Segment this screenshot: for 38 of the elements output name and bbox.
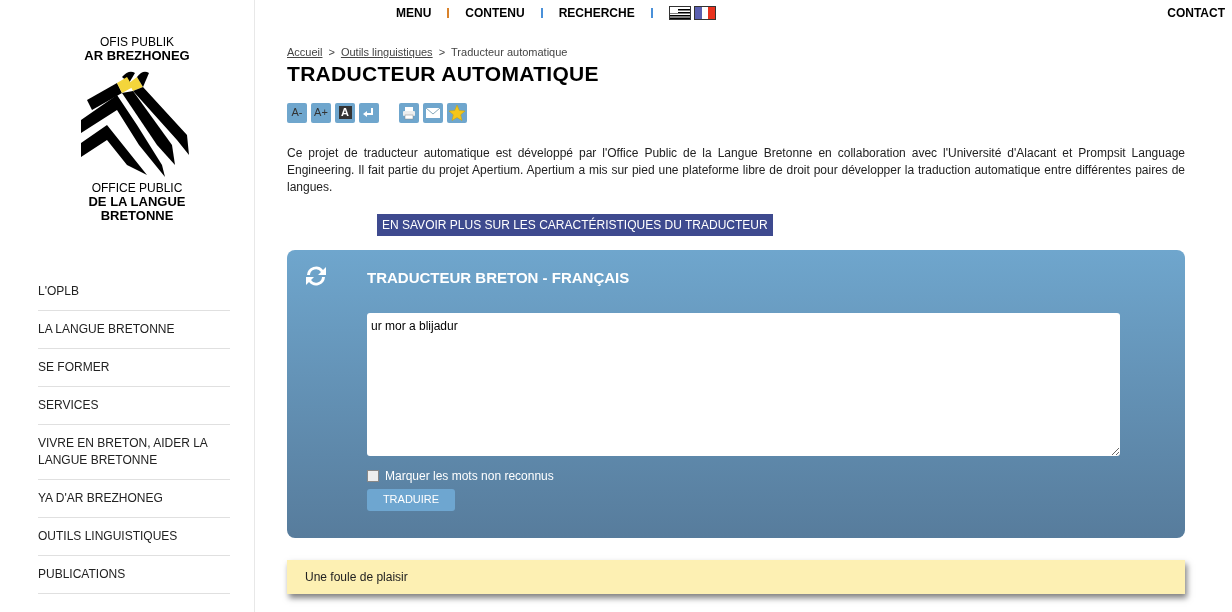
intro-paragraph: Ce projet de traducteur automatique est développé par l'Office Public de la Langue Bretonne en collaboration avec l'Université d'Alacant et Prompsit Language Engineering. Il fait partie du projet Apertium. Apertium a mis sur pied une plateforme libre de droit pour développer la traduction automatique entre différentes paires de langues. [287, 144, 1185, 196]
breadcrumb-link[interactable]: Outils linguistiques [340, 44, 433, 61]
sidebar-item[interactable]: VIVRE EN BRETON, AIDER LA LANGUE BRETONNE [38, 425, 230, 480]
sidebar-item[interactable]: PUBLICATIONS [38, 556, 230, 594]
logo-text: OFIS PUBLIK [100, 36, 174, 49]
return-arrow-button[interactable] [359, 102, 379, 123]
more-info-button[interactable]: EN SAVOIR PLUS SUR LES CARACTÉRISTIQUES DU TRADUCTEUR [377, 213, 773, 236]
star-icon [448, 103, 466, 122]
font-size-button[interactable]: A+ [311, 102, 331, 123]
translator-title: TRADUCTEUR BRETON - FRANÇAIS [367, 267, 630, 288]
top-nav-link[interactable]: RECHERCHE [558, 4, 635, 22]
font-size-button[interactable]: A- [287, 102, 307, 123]
logo-text: OFFICE PUBLIC [91, 182, 183, 195]
checkbox[interactable] [367, 469, 379, 482]
language-flags[interactable] [668, 5, 717, 21]
breadcrumb-link[interactable]: Accueil [287, 44, 323, 61]
source-text-field[interactable]: ur mor a blijadur [367, 312, 1120, 456]
sidebar-item[interactable]: SERVICES [38, 387, 230, 425]
page-title: TRADUCTEUR AUTOMATIQUE [287, 60, 600, 87]
translation-result: Une foule de plaisir [287, 559, 1185, 594]
checkbox-label: Marquer les mots non reconnus [385, 467, 554, 485]
envelope-button[interactable] [423, 102, 443, 123]
printer-button[interactable] [399, 102, 419, 123]
sidebar-item[interactable]: OUTILS LINGUISTIQUES [38, 518, 230, 556]
top-nav-link[interactable]: MENU [396, 4, 432, 22]
top-nav-link[interactable]: CONTENU [465, 4, 525, 22]
sidebar-item[interactable]: L'OPLB [38, 273, 230, 311]
breadcrumb-current: Traducteur automatique [451, 45, 568, 60]
logo-text: DE LA LANGUE BRETONNE [87, 195, 187, 223]
sidebar-item[interactable]: LA LANGUE BRETONNE [38, 311, 230, 349]
contrast-button[interactable]: A [335, 102, 355, 123]
breadcrumb-separator: > [438, 45, 446, 60]
star-button[interactable] [447, 102, 467, 123]
sidebar-item[interactable]: SE FORMER [38, 349, 230, 387]
logo-text: AR BREZHONEG [84, 49, 190, 63]
sidebar-item[interactable]: YA D'AR BREZHONEG [38, 480, 230, 518]
breadcrumb-separator: > [328, 45, 335, 60]
contact-link[interactable]: CONTACT [1167, 4, 1225, 22]
